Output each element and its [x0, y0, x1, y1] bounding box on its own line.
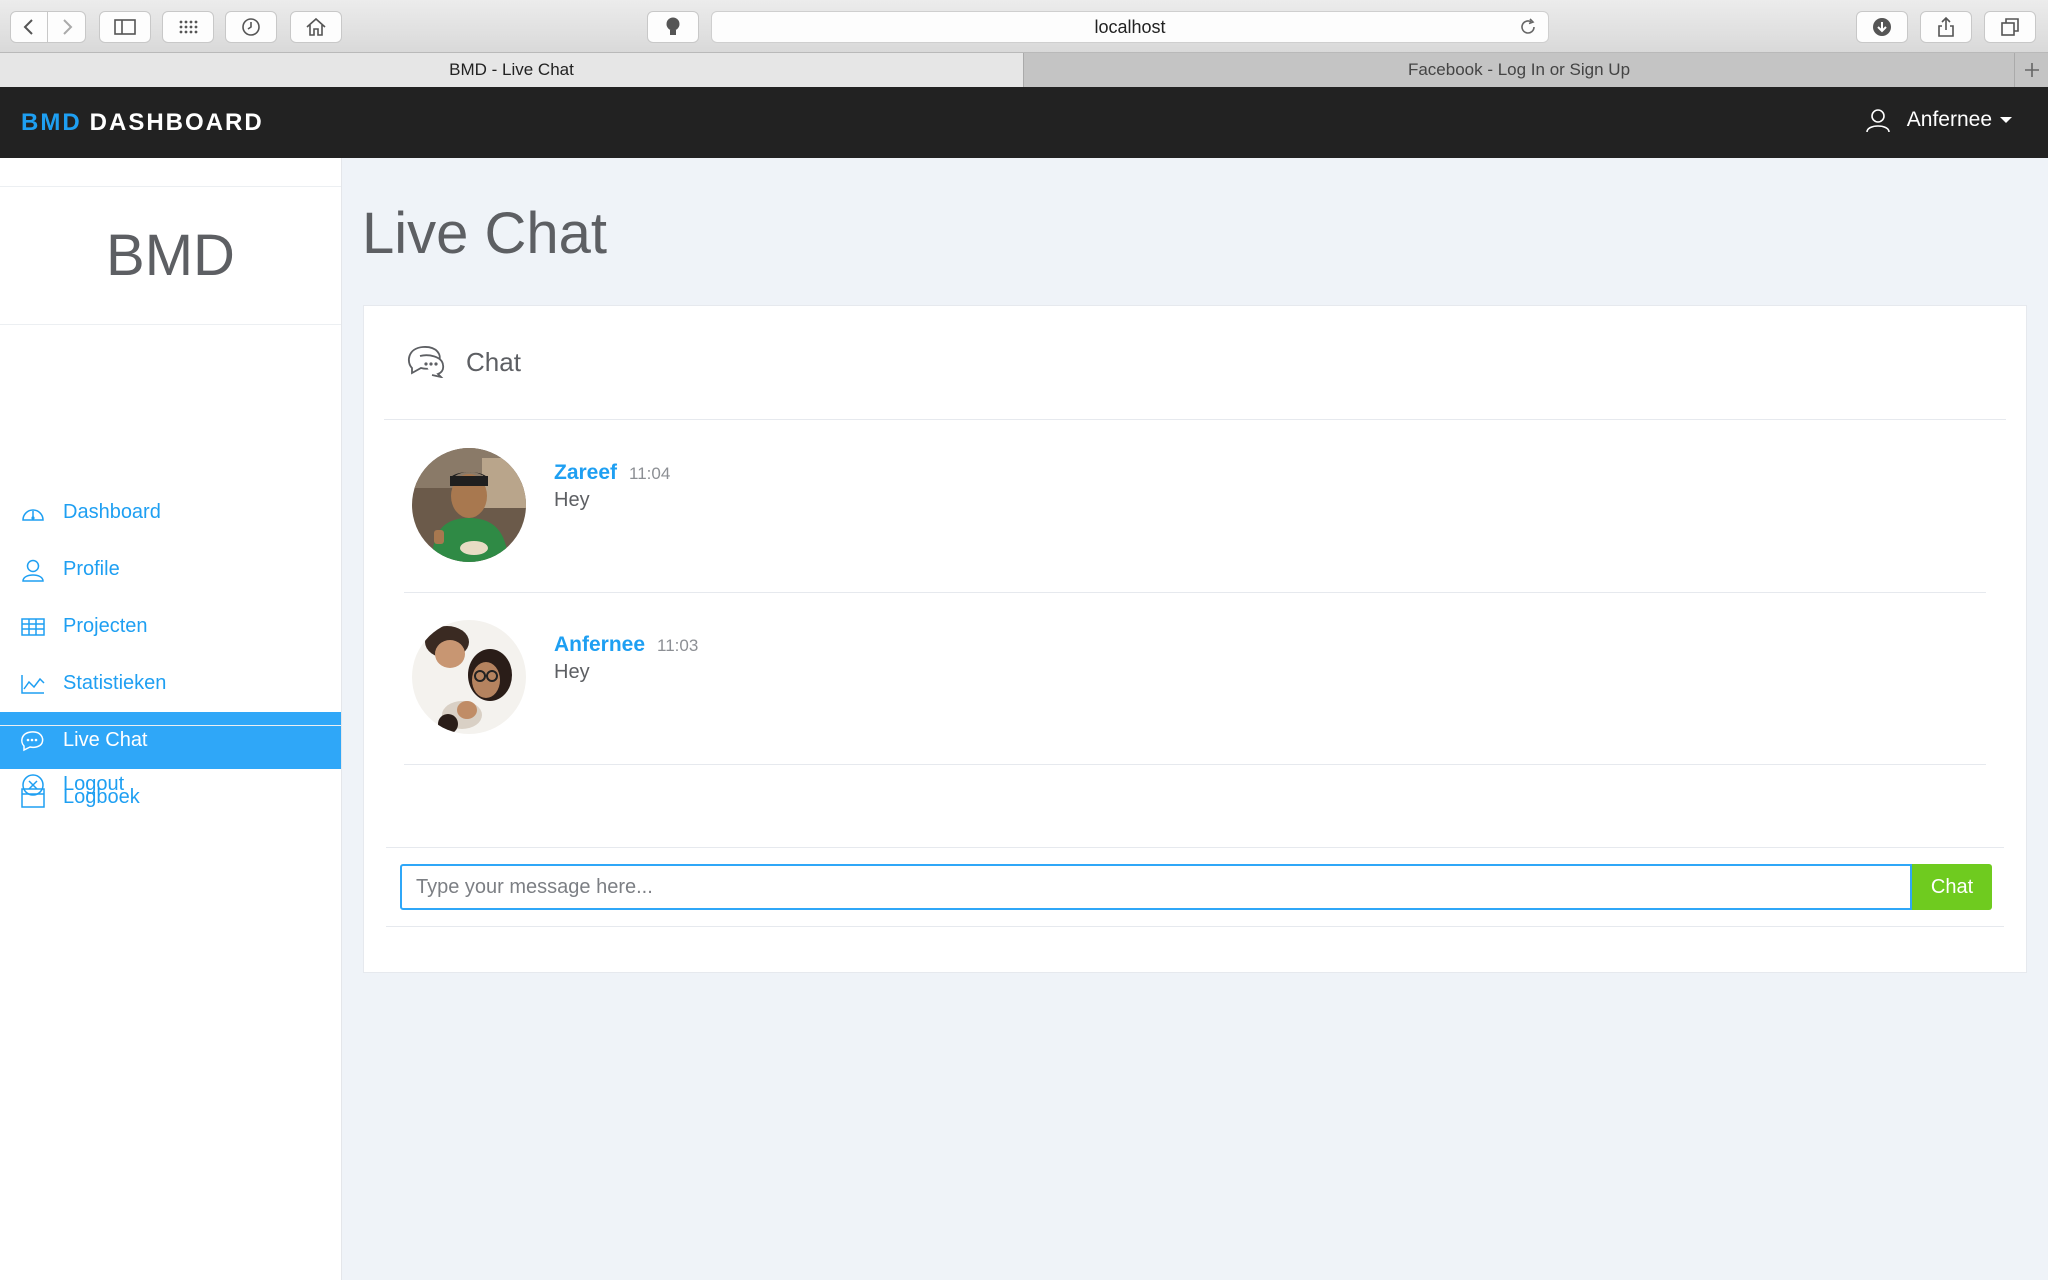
sidebar-logo: BMD: [0, 186, 341, 325]
user-name: Anfernee: [1906, 108, 1992, 131]
downloads-button[interactable]: [1856, 11, 1908, 43]
home-button[interactable]: [290, 11, 342, 43]
line-chart-icon: [20, 671, 46, 697]
app-header: BMD DASHBOARD Anfernee: [0, 87, 2048, 158]
chat-form: Chat: [386, 847, 2004, 927]
page-title: Live Chat: [362, 201, 608, 266]
user-menu[interactable]: Anfernee: [1865, 107, 2012, 133]
download-icon: [1873, 18, 1891, 36]
tab-facebook[interactable]: Facebook - Log In or Sign Up: [1024, 53, 2014, 87]
share-icon: [1938, 16, 1954, 37]
sidebar-item-label: Projecten: [63, 615, 148, 637]
chevron-left-icon: [23, 19, 33, 35]
sidebar-item-label: Profile: [63, 558, 120, 580]
lightbulb-icon: [666, 17, 680, 35]
message-author-name: Zareef: [554, 461, 618, 484]
forward-button[interactable]: [48, 11, 86, 43]
table-icon: [20, 614, 46, 640]
logout-label: Logout: [63, 773, 125, 795]
chevron-right-icon: [62, 19, 72, 35]
brand-logo[interactable]: BMD DASHBOARD: [21, 109, 264, 137]
sidebar-item-label: Live Chat: [63, 729, 148, 751]
sidebar-item-dashboard[interactable]: Dashboard: [0, 484, 341, 541]
top-sites-button[interactable]: [162, 11, 214, 43]
brand-text: DASHBOARD: [89, 109, 264, 136]
sidebar-item-projecten[interactable]: Projecten: [0, 598, 341, 655]
chat-message: Anfernee 11:03 Hey: [404, 593, 1986, 765]
share-button[interactable]: [1920, 11, 1972, 43]
url-text: localhost: [1094, 16, 1166, 37]
message-text: Hey: [554, 489, 590, 511]
sidebar-item-label: Dashboard: [63, 501, 161, 523]
tab-live-chat[interactable]: BMD - Live Chat: [0, 53, 1024, 87]
chat-message: Zareef 11:04 Hey: [404, 421, 1986, 593]
chat-panel-header: Chat: [384, 306, 2006, 420]
avatar: [412, 620, 526, 734]
tabs-icon: [2001, 18, 2019, 36]
logout-link[interactable]: Logout: [0, 756, 341, 813]
sidebar: BMD Dashboard Profile Projecten Statisti…: [0, 158, 342, 1280]
sidebar-item-statistieken[interactable]: Statistieken: [0, 655, 341, 712]
avatar: [412, 448, 526, 562]
message-time: 11:03: [657, 636, 699, 655]
close-circle-icon: [20, 772, 46, 798]
reload-icon[interactable]: [1518, 17, 1538, 37]
chat-panel-title: Chat: [466, 347, 521, 377]
message-author[interactable]: Anfernee 11:03: [554, 633, 698, 657]
message-author-name: Anfernee: [554, 633, 646, 656]
history-button[interactable]: [225, 11, 277, 43]
browser-toolbar: localhost: [0, 0, 2048, 53]
reader-button[interactable]: [647, 11, 699, 43]
clock-icon: [242, 18, 260, 36]
sidebar-logout-group: Logout: [0, 756, 341, 813]
sidebar-icon: [114, 19, 136, 35]
caret-down-icon: [2000, 117, 2012, 123]
sidebar-item-profile[interactable]: Profile: [0, 541, 341, 598]
home-icon: [306, 17, 326, 36]
tab-bar: BMD - Live Chat Facebook - Log In or Sig…: [0, 53, 2048, 87]
sidebar-toggle-button[interactable]: [99, 11, 151, 43]
speedometer-icon: [20, 500, 46, 526]
message-input[interactable]: [400, 864, 1912, 910]
user-icon: [1865, 109, 1890, 133]
back-button[interactable]: [10, 11, 48, 43]
new-tab-button[interactable]: [2014, 53, 2048, 87]
chat-panel: Chat Zareef 11:04 Hey Anfernee 11:03 Hey…: [363, 305, 2027, 973]
brand-accent: BMD: [21, 109, 82, 136]
message-time: 11:04: [629, 464, 671, 483]
tabs-overview-button[interactable]: [1984, 11, 2036, 43]
plus-icon: [2024, 63, 2039, 77]
sidebar-divider: [0, 725, 341, 726]
sidebar-item-label: Statistieken: [63, 672, 167, 694]
message-author[interactable]: Zareef 11:04: [554, 461, 670, 485]
chat-bubbles-icon: [406, 342, 446, 383]
chat-icon: [20, 728, 46, 754]
address-bar[interactable]: localhost: [711, 11, 1549, 43]
grid-icon: [179, 20, 198, 34]
send-chat-button[interactable]: Chat: [1912, 864, 1992, 910]
user-icon: [20, 557, 46, 583]
message-text: Hey: [554, 661, 590, 683]
